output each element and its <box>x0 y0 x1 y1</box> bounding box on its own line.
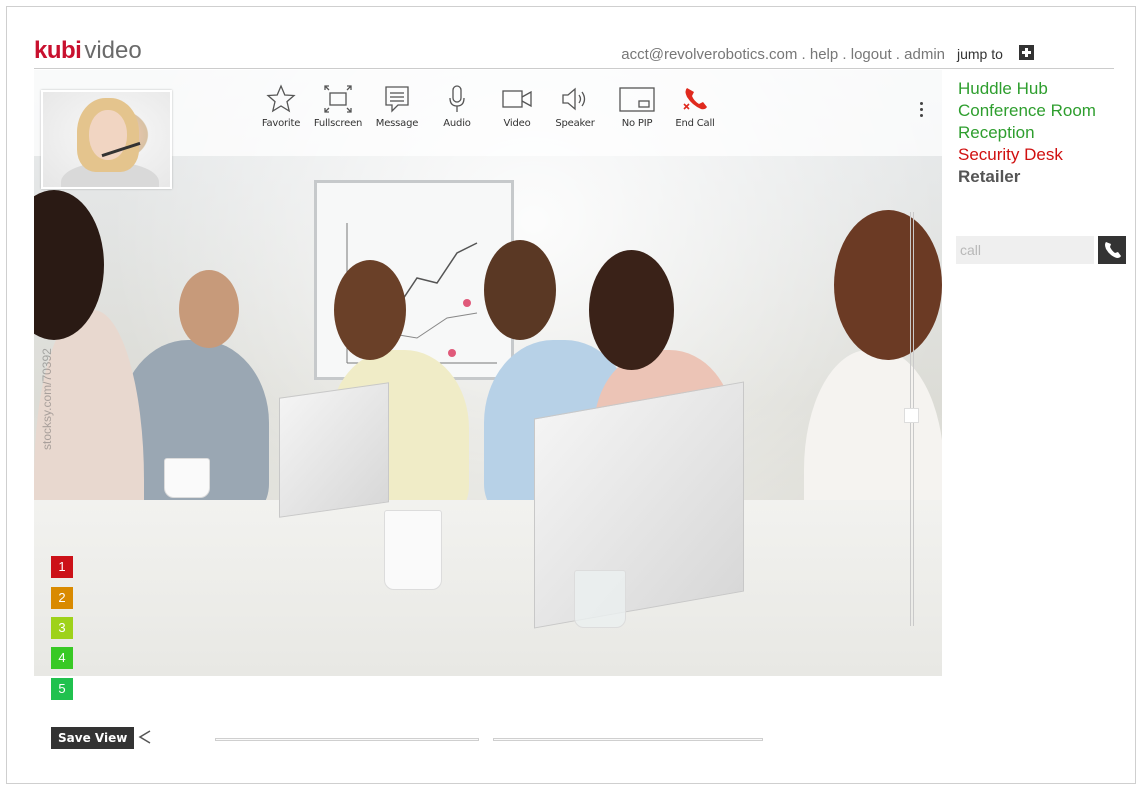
video-camera-icon <box>488 82 546 116</box>
speaker-label: Speaker <box>555 118 595 129</box>
laptop <box>279 382 389 518</box>
room-security-desk[interactable]: Security Desk <box>958 144 1096 166</box>
header-divider <box>34 68 1114 69</box>
fullscreen-button[interactable]: Fullscreen <box>309 82 367 129</box>
tilt-slider-handle[interactable] <box>904 407 919 423</box>
conference-table <box>34 500 942 676</box>
jump-to-label[interactable]: jump to <box>957 46 1003 62</box>
no-pip-button[interactable]: No PIP <box>608 82 666 129</box>
room-conference-room[interactable]: Conference Room <box>958 100 1096 122</box>
save-view-button[interactable]: Save View <box>51 727 135 749</box>
pip-icon <box>608 82 666 116</box>
video-button[interactable]: Video <box>488 82 546 129</box>
fullscreen-label: Fullscreen <box>313 118 363 129</box>
microphone-icon <box>428 82 486 116</box>
call-button[interactable] <box>1098 236 1126 264</box>
message-button[interactable]: Message <box>368 82 426 129</box>
audio-button[interactable]: Audio <box>428 82 486 129</box>
pan-slider-right[interactable] <box>493 738 763 741</box>
room-huddle-hub[interactable]: Huddle Hub <box>958 78 1096 100</box>
pan-slider-left[interactable] <box>215 738 479 741</box>
logo-brand: kubi <box>34 37 82 64</box>
room-list: Huddle Hub Conference Room Reception Sec… <box>958 78 1096 188</box>
video-feed[interactable]: stocksy.com/70392 Favorite Fullscreen Me… <box>34 70 942 676</box>
person-head <box>834 210 942 360</box>
share-icon[interactable] <box>137 727 153 747</box>
preset-4-button[interactable]: 4 <box>51 647 73 669</box>
person-head <box>179 270 239 348</box>
account-email-link[interactable]: acct@revolverobotics.com <box>621 46 797 63</box>
speaker-icon <box>546 82 604 116</box>
fullscreen-icon <box>309 82 367 116</box>
preset-3-button[interactable]: 3 <box>51 617 73 639</box>
link-separator: . <box>797 46 810 63</box>
plus-icon[interactable] <box>1019 45 1034 60</box>
account-links: acct@revolverobotics.com . help . logout… <box>621 46 945 63</box>
message-icon <box>368 82 426 116</box>
audio-label: Audio <box>443 118 471 129</box>
kebab-menu-icon[interactable] <box>918 100 924 122</box>
star-icon <box>252 82 310 116</box>
no-pip-label: No PIP <box>621 118 653 129</box>
end-call-label: End Call <box>675 118 715 129</box>
laptop <box>534 381 744 629</box>
link-separator: . <box>891 46 905 63</box>
room-reception[interactable]: Reception <box>958 122 1096 144</box>
coffee-cup <box>384 510 442 590</box>
preset-5-button[interactable]: 5 <box>51 678 73 700</box>
speaker-button[interactable]: Speaker <box>546 82 604 129</box>
call-input[interactable] <box>956 236 1094 264</box>
kubi-video-logo: kubi video <box>34 38 142 64</box>
person-head <box>484 240 556 340</box>
pip-self-view[interactable] <box>41 90 172 189</box>
favorite-label: Favorite <box>261 118 301 129</box>
coffee-cup <box>164 458 210 498</box>
favorite-button[interactable]: Favorite <box>252 82 310 129</box>
room-retailer[interactable]: Retailer <box>958 166 1096 188</box>
phone-icon <box>1098 242 1126 268</box>
end-call-button[interactable]: End Call <box>666 82 724 129</box>
glass <box>574 570 626 628</box>
preset-2-button[interactable]: 2 <box>51 587 73 609</box>
video-label: Video <box>503 118 531 129</box>
admin-link[interactable]: admin <box>904 46 945 63</box>
person-head <box>589 250 674 370</box>
link-separator: . <box>838 46 851 63</box>
message-label: Message <box>375 118 419 129</box>
help-link[interactable]: help <box>810 46 838 63</box>
stock-watermark: stocksy.com/70392 <box>40 348 54 450</box>
logout-link[interactable]: logout <box>851 46 892 63</box>
preset-1-button[interactable]: 1 <box>51 556 73 578</box>
end-call-icon <box>666 82 724 116</box>
person-head <box>334 260 406 360</box>
logo-sub: video <box>84 37 142 64</box>
